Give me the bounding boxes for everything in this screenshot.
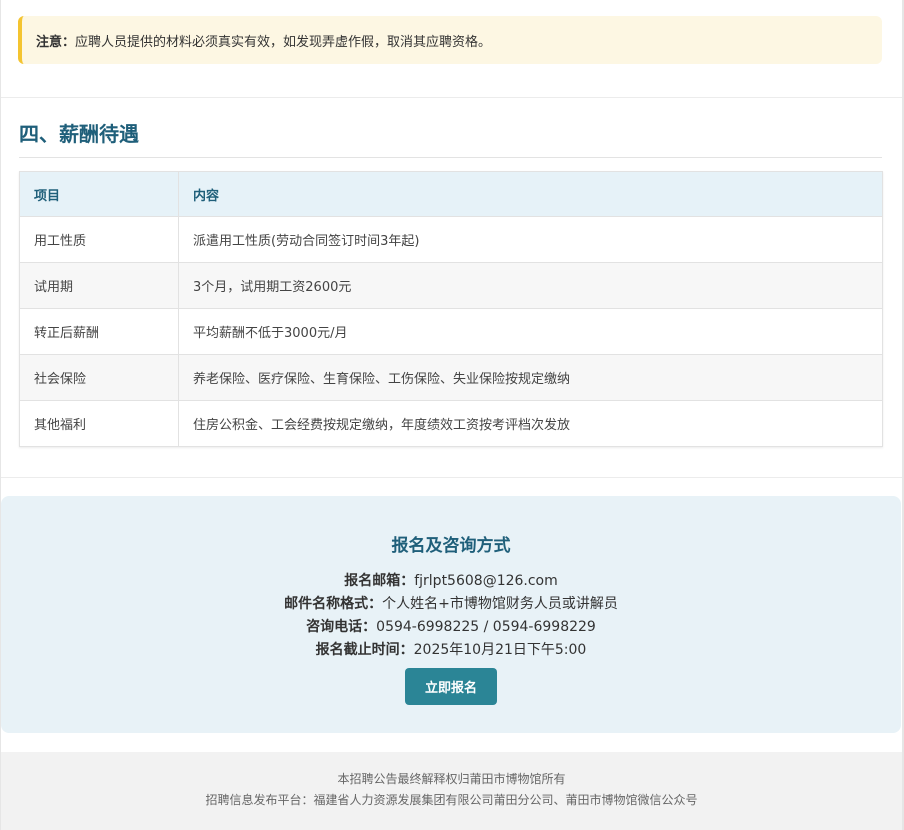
section-divider	[1, 477, 902, 478]
row-item: 其他福利	[19, 400, 179, 447]
title-underline	[19, 157, 882, 158]
row-content: 住房公积金、工会经费按规定缴纳，年度绩效工资按考评档次发放	[178, 400, 883, 447]
phone-label: 咨询电话：	[306, 619, 377, 635]
table-row: 社会保险 养老保险、医疗保险、生育保险、工伤保险、失业保险按规定缴纳	[19, 354, 883, 401]
deadline-label: 报名截止时间：	[315, 642, 414, 658]
row-content: 派遣用工性质(劳动合同签订时间3年起)	[178, 216, 883, 263]
format-label: 邮件名称格式：	[284, 596, 383, 612]
email-label: 报名邮箱：	[344, 573, 415, 589]
format-value: 个人姓名+市博物馆财务人员或讲解员	[382, 596, 618, 612]
contact-format-line: 邮件名称格式：个人姓名+市博物馆财务人员或讲解员	[1, 593, 901, 613]
table-header-row: 项目 内容	[19, 171, 883, 217]
table-row: 用工性质 派遣用工性质(劳动合同签订时间3年起)	[19, 216, 883, 263]
section-title: 四、薪酬待遇	[19, 122, 139, 146]
phone-value: 0594-6998225 / 0594-6998229	[376, 619, 596, 635]
table-row: 其他福利 住房公积金、工会经费按规定缴纳，年度绩效工资按考评档次发放	[19, 400, 883, 447]
footer: 本招聘公告最终解释权归莆田市博物馆所有 招聘信息发布平台：福建省人力资源发展集团…	[1, 752, 902, 830]
deadline-value: 2025年10月21日下午5:00	[413, 642, 587, 658]
notice-text: 应聘人员提供的材料必须真实有效，如发现弄虚作假，取消其应聘资格。	[75, 34, 492, 50]
email-value: fjrlpt5608@126.com	[414, 573, 558, 589]
contact-email-line: 报名邮箱：fjrlpt5608@126.com	[1, 570, 901, 590]
notice-label: 注意：	[36, 34, 76, 50]
header-item: 项目	[19, 171, 179, 217]
contact-section: 报名及咨询方式 报名邮箱：fjrlpt5608@126.com 邮件名称格式：个…	[1, 496, 901, 733]
row-item: 用工性质	[19, 216, 179, 263]
apply-button[interactable]: 立即报名	[405, 668, 497, 705]
row-content: 平均薪酬不低于3000元/月	[178, 308, 883, 355]
footer-publisher: 招聘信息发布平台：福建省人力资源发展集团有限公司莆田分公司、莆田市博物馆微信公众…	[205, 793, 698, 807]
row-item: 试用期	[19, 262, 179, 309]
row-content: 养老保险、医疗保险、生育保险、工伤保险、失业保险按规定缴纳	[178, 354, 883, 401]
header-content: 内容	[178, 171, 883, 217]
row-item: 社会保险	[19, 354, 179, 401]
row-content: 3个月，试用期工资2600元	[178, 262, 883, 309]
contact-phone-line: 咨询电话：0594-6998225 / 0594-6998229	[1, 616, 901, 636]
contact-title: 报名及咨询方式	[391, 536, 511, 556]
table-row: 试用期 3个月，试用期工资2600元	[19, 262, 883, 309]
contact-deadline-line: 报名截止时间：2025年10月21日下午5:00	[1, 639, 901, 659]
row-item: 转正后薪酬	[19, 308, 179, 355]
table-row: 转正后薪酬 平均薪酬不低于3000元/月	[19, 308, 883, 355]
footer-copyright: 本招聘公告最终解释权归莆田市博物馆所有	[337, 772, 566, 786]
section-divider	[1, 97, 902, 98]
notice-box: 注意： 应聘人员提供的材料必须真实有效，如发现弄虚作假，取消其应聘资格。	[18, 16, 882, 64]
salary-table: 项目 内容 用工性质 派遣用工性质(劳动合同签订时间3年起) 试用期 3个月，试…	[19, 171, 883, 447]
